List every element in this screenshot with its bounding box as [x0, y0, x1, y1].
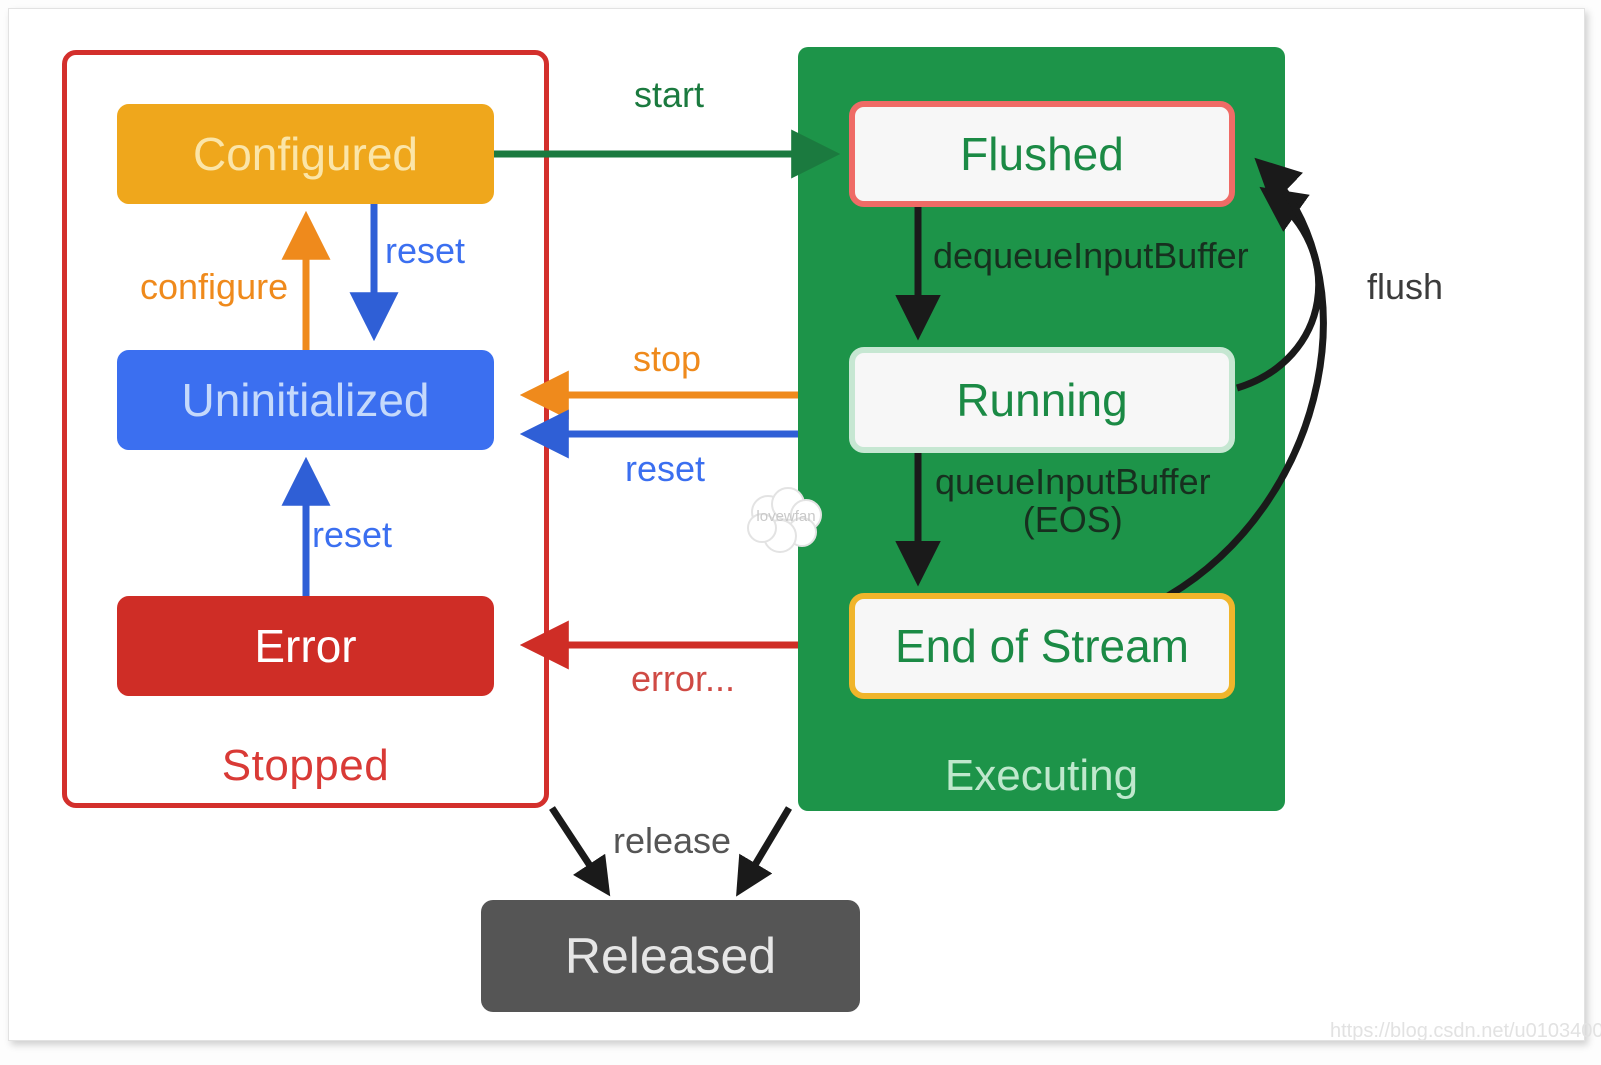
group-stopped-label: Stopped — [221, 741, 390, 790]
edge-label-reset-error: reset — [312, 514, 393, 555]
edge-label-queue-input-buffer: queueInputBuffer (EOS) — [935, 463, 1211, 539]
node-running[interactable]: Running — [849, 347, 1235, 453]
edge-label-flush: flush — [1367, 266, 1444, 307]
node-uninitialized[interactable]: Uninitialized — [117, 350, 494, 450]
node-end-of-stream-label: End of Stream — [894, 620, 1190, 672]
node-configured[interactable]: Configured — [117, 104, 494, 204]
node-configured-label: Configured — [192, 128, 419, 180]
group-executing-label: Executing — [944, 751, 1139, 800]
node-running-label: Running — [956, 374, 1128, 426]
edge-label-queue-line2: (EOS) — [1022, 498, 1123, 540]
node-released-label: Released — [564, 928, 777, 984]
node-flushed-label: Flushed — [960, 128, 1124, 180]
edge-label-start: start — [634, 74, 705, 115]
edge-label-error: error... — [631, 658, 736, 699]
node-released[interactable]: Released — [481, 900, 860, 1012]
edge-label-reset-top: reset — [385, 230, 466, 271]
node-error-label: Error — [254, 620, 357, 672]
node-uninitialized-label: Uninitialized — [181, 374, 430, 426]
diagram-canvas: Stopped Executing Configured Uninitializ… — [0, 0, 1601, 1065]
edge-label-reset-mid: reset — [625, 448, 706, 489]
edge-label-dequeue-input-buffer: dequeueInputBuffer — [933, 235, 1249, 276]
edge-label-stop: stop — [633, 338, 702, 379]
edge-label-release: release — [613, 820, 732, 861]
url-watermark: https://blog.csdn.net/u010340035 — [1330, 1020, 1601, 1042]
node-flushed[interactable]: Flushed — [849, 101, 1235, 207]
node-end-of-stream[interactable]: End of Stream — [849, 593, 1235, 699]
edge-label-queue-line1: queueInputBuffer — [935, 461, 1211, 502]
edge-label-configure: configure — [140, 266, 289, 307]
node-error[interactable]: Error — [117, 596, 494, 696]
